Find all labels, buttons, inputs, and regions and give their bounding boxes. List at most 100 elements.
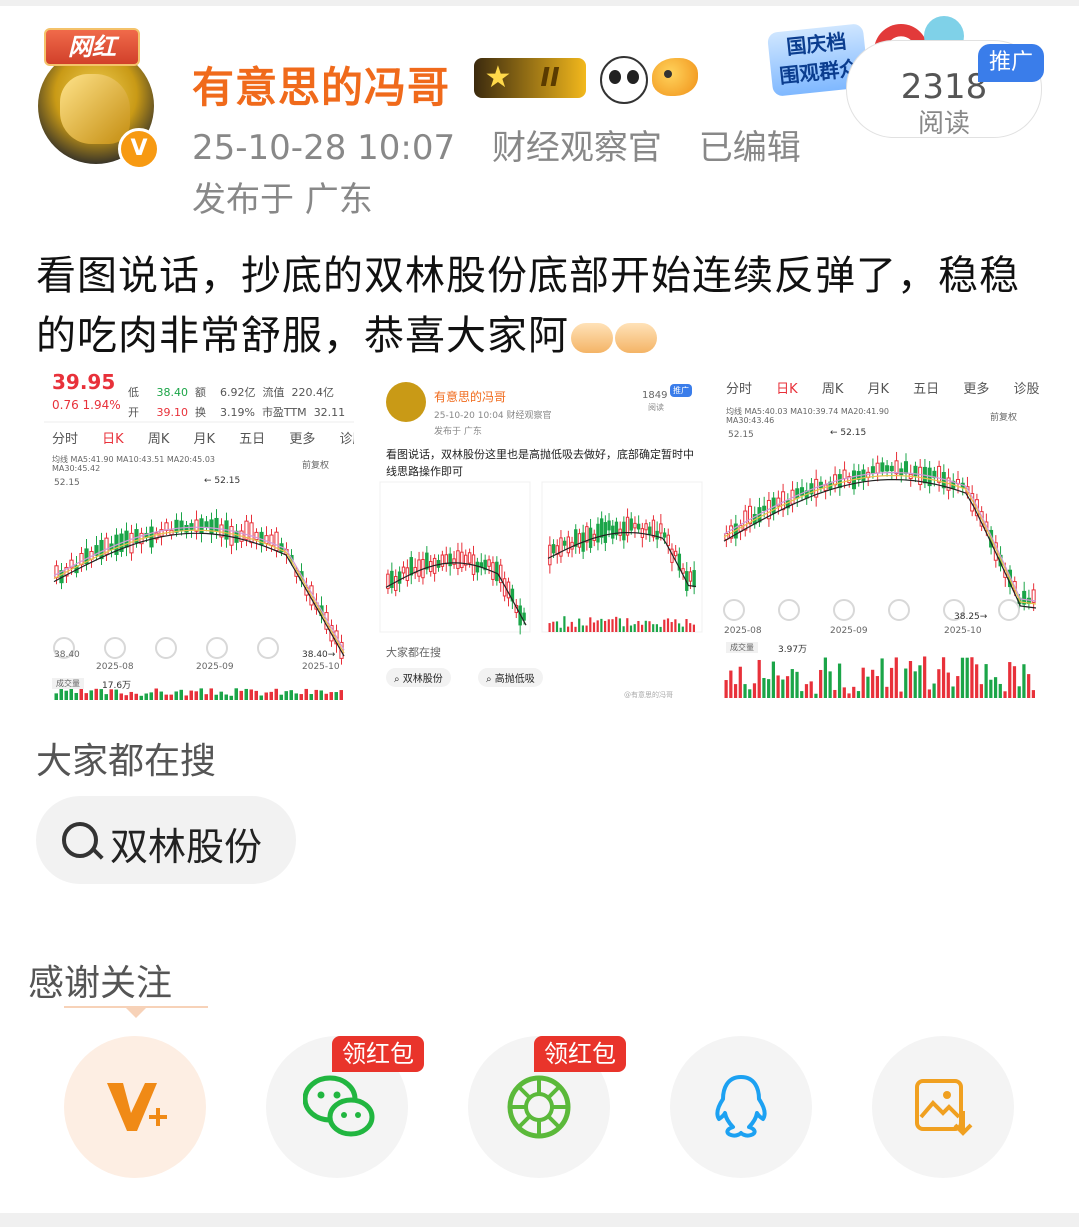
low-marker: 38.40→ [302, 650, 336, 660]
volume-bar [629, 625, 633, 632]
candle-body [397, 571, 402, 584]
volume-bar [234, 688, 238, 700]
volume-bar [59, 688, 63, 700]
volume-bar [259, 695, 263, 700]
post-source[interactable]: 财经观察官 [492, 128, 662, 168]
date-label: 2025-10 [302, 662, 340, 672]
volume-bar [626, 618, 629, 632]
candle-body [622, 521, 626, 541]
nested-ad-label: 推广 [670, 384, 692, 397]
tab-fenshi: 分时 [52, 432, 79, 447]
volume-bar [847, 693, 851, 698]
nested-chip: ⌕ 双林股份 [386, 668, 451, 687]
post-image-2[interactable]: 有意思的冯哥 25-10-20 10:04 财经观察官 发布于 广东 1849 … [376, 370, 706, 704]
volume-bar [64, 690, 68, 700]
volume-bar [866, 676, 870, 698]
volume-bar [204, 694, 208, 700]
ma-line-2: MA30:45.42 [52, 464, 101, 473]
search-chip[interactable]: 双林股份 [36, 796, 296, 884]
username[interactable]: 有意思的冯哥 [192, 54, 450, 115]
volume-label: 成交量 [726, 642, 758, 653]
volume-bar [69, 688, 73, 700]
fish-badge-icon[interactable] [652, 58, 698, 96]
volume-bar [871, 669, 875, 698]
volume-bar [214, 694, 218, 700]
candle-body [633, 522, 637, 529]
nested-chip-label: 高抛低吸 [494, 674, 535, 685]
edited-label[interactable]: 已编辑 [699, 128, 801, 168]
volume-bar [299, 694, 303, 700]
volume-bar [269, 691, 273, 700]
candle-body [194, 519, 199, 532]
candle-body [795, 488, 800, 499]
volume-bar [615, 616, 618, 632]
candle-body [577, 533, 582, 548]
volume-bar [559, 627, 562, 632]
volume-bar [555, 621, 559, 632]
volume-bar [670, 622, 673, 632]
volume-bar [611, 619, 614, 632]
handshake-emoji-icon [615, 323, 657, 353]
candle-body [417, 559, 421, 577]
volume-bar [304, 688, 308, 700]
volume-bar [264, 692, 268, 700]
volume-bar [164, 694, 168, 700]
volume-bar [254, 690, 258, 700]
volume-bar [648, 621, 651, 632]
post-image-3[interactable]: 分时 日K 周K 月K 五日 更多 诊股 均线 MA5:40.03 MA10:3… [718, 366, 1042, 702]
follow-v-button[interactable] [64, 1036, 206, 1178]
volume-bar [776, 675, 780, 698]
thanks-caret-icon [124, 1006, 148, 1018]
volume-bar [618, 618, 621, 632]
volume-bar [984, 664, 988, 698]
qq-share-button[interactable] [670, 1036, 812, 1178]
volume-bar [289, 690, 293, 700]
candle-body [648, 526, 652, 535]
stock-price: 39.95 [52, 370, 116, 394]
candle-body [405, 567, 410, 581]
volume-bar [790, 669, 794, 698]
chart-control-icon [155, 637, 177, 659]
candle-body [264, 535, 269, 544]
candle-body [599, 518, 604, 538]
volume-bar [932, 683, 936, 698]
volume-bar [84, 693, 88, 700]
chart-control-icon [104, 637, 126, 659]
volume-bar [724, 680, 728, 698]
ad-label[interactable]: 推广 [978, 44, 1044, 82]
volume-bar [1003, 691, 1007, 698]
candle-body [566, 536, 571, 554]
volume-bar [795, 671, 799, 698]
crown-star-icon: ★ [484, 60, 512, 95]
hongbao-badge: 领红包 [332, 1036, 424, 1072]
post-image-1[interactable]: 39.95 0.76 1.94% 低 38.40 额 6.92亿 流值 220.… [44, 366, 354, 702]
candle-body [479, 562, 484, 568]
candle-body [781, 491, 786, 511]
volume-bar [578, 618, 581, 632]
chart-control-icon [888, 599, 910, 621]
high-marker: ← 52.15 [204, 476, 241, 486]
volume-bar [284, 691, 288, 700]
candle-body [54, 565, 59, 579]
post-text-body: 看图说话，抄底的双林股份底部开始连续反弹了，稳稳的吃肉非常舒服，恭喜大家阿 [36, 253, 1020, 359]
volume-bar [89, 690, 93, 700]
save-image-icon [915, 1079, 973, 1136]
date-label: 2025-09 [196, 662, 234, 672]
volume-bar [1017, 686, 1021, 698]
candle-body [837, 474, 842, 489]
volume-bar [570, 621, 573, 632]
high-marker: ← 52.15 [830, 428, 867, 438]
save-image-button[interactable] [872, 1036, 1014, 1178]
candle-body [899, 468, 904, 476]
handshake-emoji-icon [571, 323, 613, 353]
nested-chart-1 [379, 481, 531, 633]
candle-body [588, 527, 593, 548]
candle-body [603, 522, 608, 543]
volume-bar [819, 669, 823, 698]
membership-crown-badge[interactable]: ★ II [474, 58, 586, 98]
tab-wuri: 五日 [913, 382, 940, 397]
golden-horse-image [60, 74, 130, 144]
nested-location: 发布于 广东 [434, 427, 482, 437]
post-time: 25-10-28 10:07 [192, 128, 456, 168]
panda-badge-icon[interactable] [600, 56, 648, 104]
